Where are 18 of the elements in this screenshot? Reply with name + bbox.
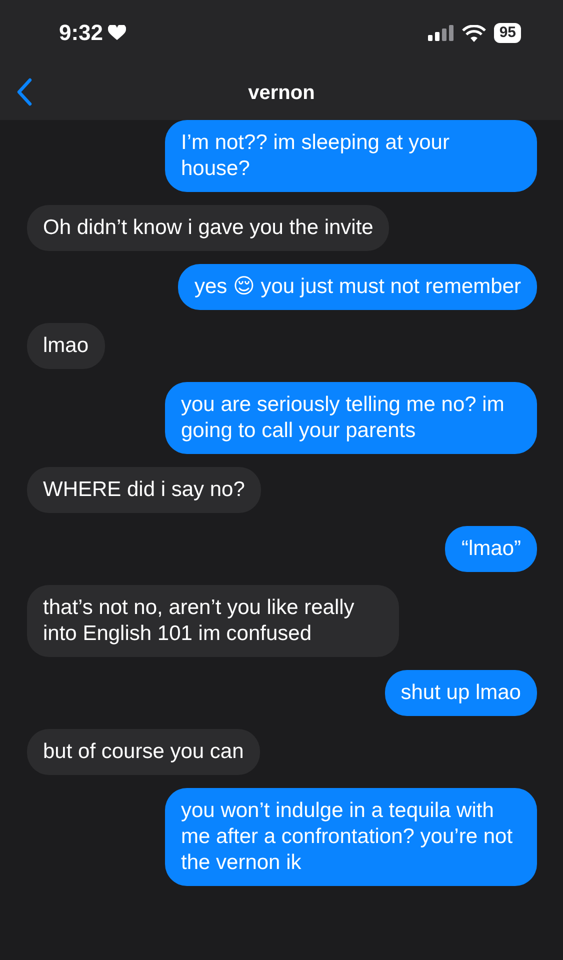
battery-level: 95: [494, 23, 521, 43]
wifi-icon: [462, 24, 486, 42]
received-message: that’s not no, aren’t you like really into English 101 im confused: [27, 585, 399, 657]
sent-message: you won’t indulge in a tequila with me after a confrontation? you’re not the vernon ik: [165, 788, 537, 886]
sent-message: “lmao”: [445, 526, 537, 572]
sent-message: yes 😌 you just must not remember: [178, 264, 537, 310]
heart-icon: [108, 25, 126, 41]
received-message: but of course you can: [27, 729, 260, 775]
received-message: lmao: [27, 323, 105, 369]
sent-message: shut up lmao: [384, 670, 537, 716]
sent-message: I’m not?? im sleeping at your house?: [165, 120, 537, 192]
signal-icon: [428, 25, 454, 41]
sent-message: you are seriously telling me no? im going to call your parents: [165, 382, 537, 454]
received-message: WHERE did i say no?: [27, 467, 261, 513]
status-time: 9:32: [59, 20, 104, 46]
contact-name: vernon: [248, 82, 315, 104]
received-message: Oh didn’t know i gave you the invite: [27, 205, 390, 251]
back-icon[interactable]: [16, 78, 32, 106]
